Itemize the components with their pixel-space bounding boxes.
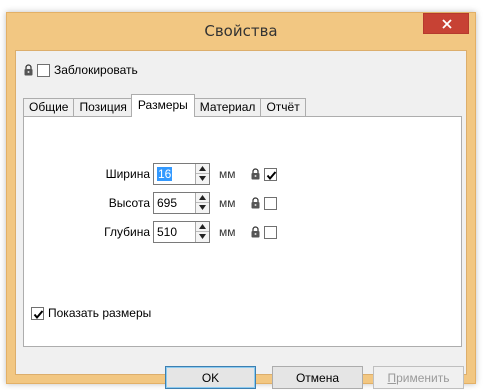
height-input[interactable]: 695 bbox=[153, 192, 210, 214]
arrow-up-icon bbox=[199, 195, 206, 200]
lock-icon bbox=[251, 168, 260, 180]
height-row: Высота 695 мм bbox=[24, 192, 277, 214]
width-row: Ширина 16 мм bbox=[24, 163, 277, 185]
width-spin-up[interactable] bbox=[196, 164, 209, 174]
tab-position[interactable]: Позиция bbox=[73, 98, 133, 117]
arrow-up-icon bbox=[199, 224, 206, 229]
tab-dimensions[interactable]: Размеры bbox=[130, 94, 195, 117]
lock-icon bbox=[251, 226, 260, 238]
apply-label-rest: рименить bbox=[396, 370, 450, 385]
depth-value: 510 bbox=[157, 225, 178, 239]
checkmark-icon bbox=[33, 309, 44, 319]
arrow-down-icon bbox=[199, 234, 206, 239]
arrow-up-icon bbox=[199, 166, 206, 171]
depth-row: Глубина 510 мм bbox=[24, 221, 277, 243]
lock-icon bbox=[251, 197, 260, 209]
width-input[interactable]: 16 bbox=[153, 163, 210, 185]
depth-unit: мм bbox=[219, 225, 236, 239]
width-lock-checkbox[interactable] bbox=[264, 167, 277, 181]
width-label: Ширина bbox=[105, 167, 150, 181]
show-dimensions-row: Показать размеры bbox=[31, 306, 151, 320]
height-label: Высота bbox=[108, 196, 150, 210]
height-unit: мм bbox=[219, 196, 236, 210]
width-spinner[interactable] bbox=[195, 164, 209, 184]
tab-material[interactable]: Материал bbox=[193, 98, 262, 117]
depth-spin-up[interactable] bbox=[196, 222, 209, 232]
tab-general[interactable]: Общие bbox=[23, 98, 75, 117]
close-icon bbox=[442, 19, 452, 29]
height-spin-down[interactable] bbox=[196, 203, 209, 213]
cancel-button[interactable]: Отмена bbox=[272, 366, 363, 389]
arrow-down-icon bbox=[199, 176, 206, 181]
close-button[interactable] bbox=[423, 13, 469, 34]
height-value: 695 bbox=[157, 196, 178, 210]
ok-button[interactable]: OK bbox=[165, 366, 256, 389]
properties-dialog: Свойства Заблокировать Общие Позиция Раз… bbox=[6, 12, 476, 389]
depth-spin-down[interactable] bbox=[196, 232, 209, 242]
arrow-down-icon bbox=[199, 205, 206, 210]
width-unit: мм bbox=[219, 167, 236, 181]
title-bar[interactable]: Свойства bbox=[7, 13, 475, 50]
window-title: Свойства bbox=[204, 22, 278, 40]
height-spin-up[interactable] bbox=[196, 193, 209, 203]
show-dimensions-label: Показать размеры bbox=[48, 306, 152, 320]
height-spinner[interactable] bbox=[195, 193, 209, 213]
lock-icon bbox=[24, 64, 33, 76]
width-spin-down[interactable] bbox=[196, 174, 209, 184]
height-lock-checkbox[interactable] bbox=[264, 196, 277, 210]
width-value: 16 bbox=[157, 167, 173, 181]
depth-input[interactable]: 510 bbox=[153, 221, 210, 243]
lock-all-checkbox[interactable] bbox=[37, 63, 50, 77]
dialog-body: Заблокировать Общие Позиция Размеры Мате… bbox=[15, 50, 467, 389]
lock-all-label: Заблокировать bbox=[54, 63, 138, 77]
checkmark-icon bbox=[266, 170, 277, 180]
depth-spinner[interactable] bbox=[195, 222, 209, 242]
depth-lock-checkbox[interactable] bbox=[264, 225, 277, 239]
lock-all-row: Заблокировать bbox=[24, 62, 138, 78]
apply-mnemonic: П bbox=[387, 370, 397, 385]
tab-report[interactable]: Отчёт bbox=[260, 98, 306, 117]
show-dimensions-checkbox[interactable] bbox=[31, 306, 44, 320]
apply-button[interactable]: Применить bbox=[373, 366, 464, 389]
depth-label: Глубина bbox=[104, 225, 150, 239]
tab-strip: Общие Позиция Размеры Материал Отчёт bbox=[23, 94, 306, 117]
